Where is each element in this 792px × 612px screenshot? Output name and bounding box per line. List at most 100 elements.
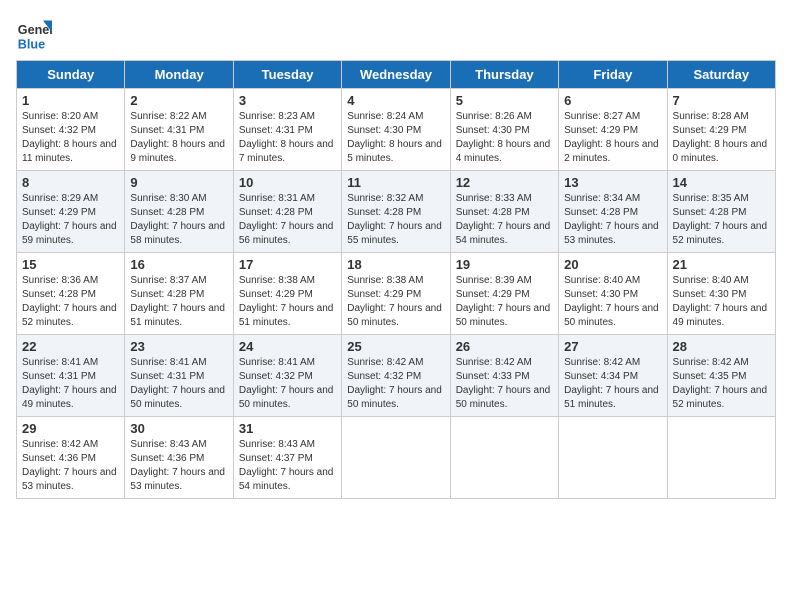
empty-cell	[342, 417, 450, 499]
day-number: 10	[239, 175, 336, 190]
day-info: Sunrise: 8:30 AMSunset: 4:28 PMDaylight:…	[130, 192, 227, 248]
weekday-header: Saturday	[667, 61, 775, 89]
day-info: Sunrise: 8:43 AMSunset: 4:37 PMDaylight:…	[239, 438, 336, 494]
calendar-week-row: 15Sunrise: 8:36 AMSunset: 4:28 PMDayligh…	[17, 253, 776, 335]
calendar-day-cell: 15Sunrise: 8:36 AMSunset: 4:28 PMDayligh…	[17, 253, 125, 335]
day-info: Sunrise: 8:31 AMSunset: 4:28 PMDaylight:…	[239, 192, 336, 248]
day-info: Sunrise: 8:41 AMSunset: 4:31 PMDaylight:…	[130, 356, 227, 412]
calendar-table: SundayMondayTuesdayWednesdayThursdayFrid…	[16, 60, 776, 499]
calendar-day-cell: 20 Sunrise: 8:40 AMSunset: 4:30 PMDayligh…	[559, 253, 667, 335]
calendar-day-cell: 28 Sunrise: 8:42 AMSunset: 4:35 PMDayligh…	[667, 335, 775, 417]
weekday-header: Wednesday	[342, 61, 450, 89]
calendar-day-cell: 31Sunrise: 8:43 AMSunset: 4:37 PMDayligh…	[233, 417, 341, 499]
day-info: Sunrise: 8:28 AMSunset: 4:29 PMDaylight:…	[673, 110, 770, 166]
weekday-header: Tuesday	[233, 61, 341, 89]
day-number: 30	[130, 421, 227, 436]
calendar-day-cell: 24 Sunrise: 8:41 AMSunset: 4:32 PMDayligh…	[233, 335, 341, 417]
day-number: 5	[456, 93, 553, 108]
empty-cell	[667, 417, 775, 499]
logo: GeneralBlue	[16, 16, 52, 52]
day-number: 6	[564, 93, 661, 108]
calendar-day-cell: 8Sunrise: 8:29 AMSunset: 4:29 PMDaylight…	[17, 171, 125, 253]
day-info: Sunrise: 8:33 AMSunset: 4:28 PMDaylight:…	[456, 192, 553, 248]
day-number: 4	[347, 93, 444, 108]
calendar-day-cell: 9 Sunrise: 8:30 AMSunset: 4:28 PMDaylight…	[125, 171, 233, 253]
calendar-week-row: 22 Sunrise: 8:41 AMSunset: 4:31 PMDayligh…	[17, 335, 776, 417]
day-info: Sunrise: 8:42 AMSunset: 4:33 PMDaylight:…	[456, 356, 553, 412]
weekday-header: Sunday	[17, 61, 125, 89]
svg-text:Blue: Blue	[18, 37, 45, 51]
day-number: 26	[456, 339, 553, 354]
day-info: Sunrise: 8:38 AMSunset: 4:29 PMDaylight:…	[347, 274, 444, 330]
calendar-day-cell: 7 Sunrise: 8:28 AMSunset: 4:29 PMDaylight…	[667, 89, 775, 171]
day-number: 9	[130, 175, 227, 190]
day-info: Sunrise: 8:35 AMSunset: 4:28 PMDaylight:…	[673, 192, 770, 248]
day-info: Sunrise: 8:38 AMSunset: 4:29 PMDaylight:…	[239, 274, 336, 330]
day-info: Sunrise: 8:32 AMSunset: 4:28 PMDaylight:…	[347, 192, 444, 248]
day-number: 7	[673, 93, 770, 108]
day-info: Sunrise: 8:41 AMSunset: 4:32 PMDaylight:…	[239, 356, 336, 412]
day-number: 25	[347, 339, 444, 354]
header: GeneralBlue	[16, 16, 776, 52]
day-info: Sunrise: 8:42 AMSunset: 4:35 PMDaylight:…	[673, 356, 770, 412]
day-number: 16	[130, 257, 227, 272]
day-info: Sunrise: 8:40 AMSunset: 4:30 PMDaylight:…	[564, 274, 661, 330]
day-number: 20	[564, 257, 661, 272]
calendar-day-cell: 11Sunrise: 8:32 AMSunset: 4:28 PMDayligh…	[342, 171, 450, 253]
calendar-day-cell: 16 Sunrise: 8:37 AMSunset: 4:28 PMDayligh…	[125, 253, 233, 335]
day-number: 17	[239, 257, 336, 272]
empty-cell	[559, 417, 667, 499]
empty-cell	[450, 417, 558, 499]
logo-icon: GeneralBlue	[16, 16, 52, 52]
day-info: Sunrise: 8:41 AMSunset: 4:31 PMDaylight:…	[22, 356, 119, 412]
calendar-day-cell: 29Sunrise: 8:42 AMSunset: 4:36 PMDayligh…	[17, 417, 125, 499]
day-number: 28	[673, 339, 770, 354]
day-info: Sunrise: 8:42 AMSunset: 4:32 PMDaylight:…	[347, 356, 444, 412]
calendar-week-row: 8Sunrise: 8:29 AMSunset: 4:29 PMDaylight…	[17, 171, 776, 253]
calendar-day-cell: 26 Sunrise: 8:42 AMSunset: 4:33 PMDayligh…	[450, 335, 558, 417]
calendar-day-cell: 27Sunrise: 8:42 AMSunset: 4:34 PMDayligh…	[559, 335, 667, 417]
calendar-day-cell: 4 Sunrise: 8:24 AMSunset: 4:30 PMDaylight…	[342, 89, 450, 171]
calendar-day-cell: 3 Sunrise: 8:23 AMSunset: 4:31 PMDaylight…	[233, 89, 341, 171]
day-info: Sunrise: 8:27 AMSunset: 4:29 PMDaylight:…	[564, 110, 661, 166]
calendar-day-cell: 23 Sunrise: 8:41 AMSunset: 4:31 PMDayligh…	[125, 335, 233, 417]
day-number: 21	[673, 257, 770, 272]
day-info: Sunrise: 8:40 AMSunset: 4:30 PMDaylight:…	[673, 274, 770, 330]
calendar-week-row: 29Sunrise: 8:42 AMSunset: 4:36 PMDayligh…	[17, 417, 776, 499]
day-number: 2	[130, 93, 227, 108]
day-number: 8	[22, 175, 119, 190]
calendar-day-cell: 19Sunrise: 8:39 AMSunset: 4:29 PMDayligh…	[450, 253, 558, 335]
day-number: 15	[22, 257, 119, 272]
day-info: Sunrise: 8:37 AMSunset: 4:28 PMDaylight:…	[130, 274, 227, 330]
day-number: 27	[564, 339, 661, 354]
day-number: 14	[673, 175, 770, 190]
weekday-header: Friday	[559, 61, 667, 89]
day-info: Sunrise: 8:23 AMSunset: 4:31 PMDaylight:…	[239, 110, 336, 166]
calendar-day-cell: 13Sunrise: 8:34 AMSunset: 4:28 PMDayligh…	[559, 171, 667, 253]
calendar-day-cell: 5 Sunrise: 8:26 AMSunset: 4:30 PMDaylight…	[450, 89, 558, 171]
day-number: 24	[239, 339, 336, 354]
day-number: 13	[564, 175, 661, 190]
calendar-day-cell: 14 Sunrise: 8:35 AMSunset: 4:28 PMDayligh…	[667, 171, 775, 253]
day-number: 19	[456, 257, 553, 272]
day-number: 3	[239, 93, 336, 108]
day-number: 29	[22, 421, 119, 436]
calendar-day-cell: 6 Sunrise: 8:27 AMSunset: 4:29 PMDaylight…	[559, 89, 667, 171]
day-number: 18	[347, 257, 444, 272]
calendar-header-row: SundayMondayTuesdayWednesdayThursdayFrid…	[17, 61, 776, 89]
day-info: Sunrise: 8:22 AMSunset: 4:31 PMDaylight:…	[130, 110, 227, 166]
calendar-day-cell: 21 Sunrise: 8:40 AMSunset: 4:30 PMDayligh…	[667, 253, 775, 335]
calendar-week-row: 1 Sunrise: 8:20 AMSunset: 4:32 PMDaylight…	[17, 89, 776, 171]
calendar-day-cell: 17 Sunrise: 8:38 AMSunset: 4:29 PMDayligh…	[233, 253, 341, 335]
calendar-day-cell: 18 Sunrise: 8:38 AMSunset: 4:29 PMDayligh…	[342, 253, 450, 335]
day-info: Sunrise: 8:24 AMSunset: 4:30 PMDaylight:…	[347, 110, 444, 166]
weekday-header: Thursday	[450, 61, 558, 89]
calendar-day-cell: 2 Sunrise: 8:22 AMSunset: 4:31 PMDaylight…	[125, 89, 233, 171]
day-number: 1	[22, 93, 119, 108]
day-number: 22	[22, 339, 119, 354]
day-info: Sunrise: 8:20 AMSunset: 4:32 PMDaylight:…	[22, 110, 119, 166]
day-number: 23	[130, 339, 227, 354]
calendar-day-cell: 25 Sunrise: 8:42 AMSunset: 4:32 PMDayligh…	[342, 335, 450, 417]
calendar-day-cell: 10 Sunrise: 8:31 AMSunset: 4:28 PMDayligh…	[233, 171, 341, 253]
day-info: Sunrise: 8:26 AMSunset: 4:30 PMDaylight:…	[456, 110, 553, 166]
